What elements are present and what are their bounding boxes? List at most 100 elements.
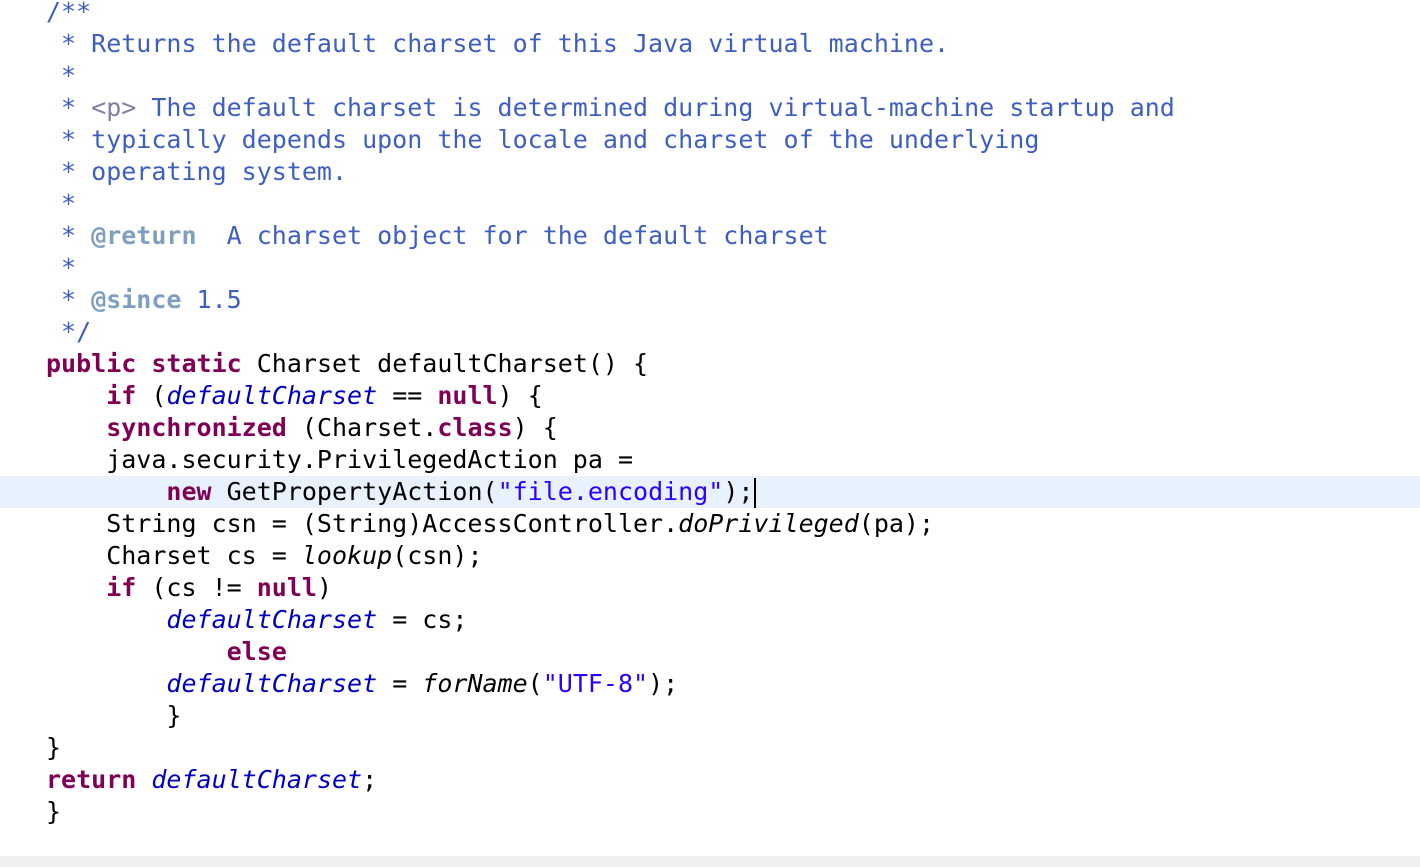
- code-token: java.security.PrivilegedAction pa =: [46, 445, 633, 474]
- code-token: ) {: [497, 381, 543, 410]
- code-token: }: [46, 797, 62, 826]
- code-token: ==: [377, 381, 438, 410]
- code-token: );: [648, 669, 679, 698]
- code-line[interactable]: return defaultCharset;: [0, 764, 1420, 796]
- code-line-text: * <p> The default charset is determined …: [46, 92, 1175, 124]
- code-token: The default charset is determined during…: [136, 93, 1175, 122]
- code-line[interactable]: }: [0, 700, 1420, 732]
- code-token: null: [256, 573, 317, 602]
- code-token: ;: [362, 765, 378, 794]
- code-line-text: else: [46, 636, 287, 668]
- code-line-text: Charset cs = lookup(csn);: [46, 540, 482, 572]
- code-line-text: synchronized (Charset.class) {: [46, 412, 558, 444]
- code-token: doPrivileged: [678, 509, 859, 538]
- code-token: (pa);: [858, 509, 935, 538]
- code-line-text: */: [46, 316, 91, 348]
- code-line[interactable]: defaultCharset = forName("UTF-8");: [0, 668, 1420, 700]
- code-line-text: if (cs != null): [46, 572, 332, 604]
- code-token: *: [46, 221, 92, 250]
- code-line-text: * Returns the default charset of this Ja…: [46, 28, 949, 60]
- code-line-text: if (defaultCharset == null) {: [46, 380, 543, 412]
- horizontal-scrollbar-track[interactable]: [0, 856, 1420, 867]
- code-line-text: String csn = (String)AccessController.do…: [46, 508, 934, 540]
- code-token: defaultCharset: [151, 765, 363, 794]
- code-line[interactable]: if (defaultCharset == null) {: [0, 380, 1420, 412]
- code-token: *: [46, 285, 92, 314]
- code-line[interactable]: *: [0, 188, 1420, 220]
- code-token: "UTF-8": [542, 669, 649, 698]
- code-token: (Charset.: [286, 413, 438, 442]
- code-token: return: [46, 765, 137, 794]
- code-token: null: [437, 381, 498, 410]
- code-line[interactable]: java.security.PrivilegedAction pa =: [0, 444, 1420, 476]
- code-line-text: }: [46, 796, 61, 828]
- code-token: * operating system.: [46, 157, 348, 186]
- code-line[interactable]: }: [0, 796, 1420, 828]
- code-line[interactable]: /**: [0, 0, 1420, 28]
- code-line[interactable]: defaultCharset = cs;: [0, 604, 1420, 636]
- code-line[interactable]: public static Charset defaultCharset() {: [0, 348, 1420, 380]
- code-line-text: * operating system.: [46, 156, 347, 188]
- code-line[interactable]: * typically depends upon the locale and …: [0, 124, 1420, 156]
- code-line-text: defaultCharset = forName("UTF-8");: [46, 668, 678, 700]
- code-line[interactable]: new GetPropertyAction("file.encoding");: [0, 476, 1420, 508]
- code-line[interactable]: * Returns the default charset of this Ja…: [0, 28, 1420, 60]
- code-line[interactable]: if (cs != null): [0, 572, 1420, 604]
- text-cursor: [754, 478, 757, 508]
- code-line-text: *: [46, 252, 76, 284]
- code-token: *: [46, 189, 77, 218]
- code-token: ): [316, 573, 333, 602]
- code-token: /**: [46, 0, 92, 26]
- code-token: }: [46, 733, 62, 762]
- code-line[interactable]: * @return A charset object for the defau…: [0, 220, 1420, 252]
- code-token: "file.encoding": [497, 477, 724, 506]
- code-line[interactable]: */: [0, 316, 1420, 348]
- code-line[interactable]: *: [0, 60, 1420, 92]
- code-token: defaultCharset: [166, 669, 378, 698]
- code-line-text: }: [46, 732, 61, 764]
- code-token: );: [723, 477, 754, 506]
- code-token: String csn = (String)AccessController.: [46, 509, 679, 538]
- code-line-text: * @return A charset object for the defau…: [46, 220, 829, 252]
- code-token: Charset cs =: [46, 541, 302, 570]
- code-token: = cs;: [377, 605, 468, 634]
- code-line[interactable]: * @since 1.5: [0, 284, 1420, 316]
- code-token: if: [106, 381, 137, 410]
- code-line[interactable]: * operating system.: [0, 156, 1420, 188]
- code-token: * Returns the default charset of this Ja…: [46, 29, 950, 58]
- code-line-text: public static Charset defaultCharset() {: [46, 348, 648, 380]
- code-line-text: new GetPropertyAction("file.encoding");: [46, 476, 757, 508]
- code-token: GetPropertyAction(: [211, 477, 498, 506]
- code-token: (: [136, 381, 167, 410]
- code-token: @since: [91, 285, 182, 314]
- code-token: forName: [422, 669, 528, 698]
- code-token: * typically depends upon the locale and …: [46, 125, 1040, 154]
- code-token: defaultCharset: [166, 381, 378, 410]
- code-line[interactable]: * <p> The default charset is determined …: [0, 92, 1420, 124]
- code-line[interactable]: }: [0, 732, 1420, 764]
- code-line[interactable]: *: [0, 252, 1420, 284]
- code-line-text: * typically depends upon the locale and …: [46, 124, 1039, 156]
- code-token: (cs !=: [136, 573, 257, 602]
- code-token: synchronized: [106, 413, 287, 442]
- code-line-text: *: [46, 60, 76, 92]
- code-line-text: /**: [46, 0, 91, 28]
- code-token: (: [527, 669, 543, 698]
- code-token: *: [46, 253, 77, 282]
- code-line[interactable]: synchronized (Charset.class) {: [0, 412, 1420, 444]
- code-line[interactable]: else: [0, 636, 1420, 668]
- code-token: =: [377, 669, 423, 698]
- code-token: public: [46, 349, 137, 378]
- code-line[interactable]: Charset cs = lookup(csn);: [0, 540, 1420, 572]
- code-editor[interactable]: /** * Returns the default charset of thi…: [0, 0, 1420, 856]
- code-token: lookup: [301, 541, 393, 570]
- code-token: 1.5: [181, 285, 242, 314]
- code-token: A charset object for the default charset: [196, 221, 829, 250]
- code-token: Charset defaultCharset() {: [241, 349, 649, 378]
- code-token: <p>: [91, 93, 137, 122]
- code-line[interactable]: String csn = (String)AccessController.do…: [0, 508, 1420, 540]
